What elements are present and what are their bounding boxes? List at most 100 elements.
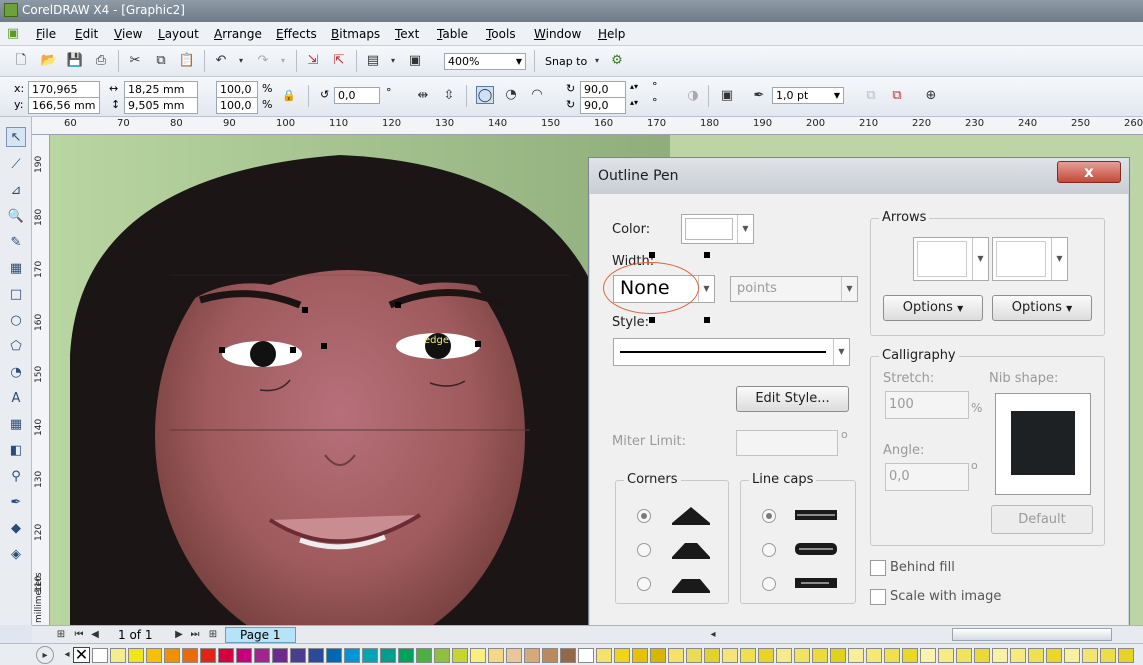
outline-pen-icon[interactable]: ✒ — [750, 87, 768, 105]
snap-to-dropdown-icon[interactable]: ▾ — [588, 52, 606, 70]
color-swatch[interactable] — [992, 648, 1008, 663]
color-swatch[interactable] — [146, 648, 162, 663]
undo-icon[interactable]: ↶ — [212, 52, 230, 70]
color-swatch[interactable] — [578, 648, 594, 663]
color-swatch[interactable] — [398, 648, 414, 663]
x-position-field[interactable]: 170,965 mm — [28, 81, 100, 111]
color-swatch[interactable] — [1100, 648, 1116, 663]
color-picker[interactable]: ▼ — [681, 214, 754, 244]
table-tool-icon[interactable]: ▦ — [6, 415, 26, 435]
snap-to-button[interactable]: Snap to — [545, 55, 587, 68]
zoom-tool-icon[interactable]: 🔍 — [6, 207, 26, 227]
rectangle-tool-icon[interactable]: □ — [6, 285, 26, 305]
color-swatch[interactable] — [668, 648, 684, 663]
menu-edit[interactable]: Edit — [75, 27, 98, 41]
rotation-angle-field[interactable]: 0,0 — [334, 87, 380, 104]
save-icon[interactable]: 💾 — [66, 52, 84, 70]
new-document-icon[interactable]: 🗋 — [12, 52, 30, 70]
corner-bevel-radio[interactable] — [637, 577, 651, 591]
pie-mode-icon[interactable]: ◔ — [502, 86, 520, 104]
color-swatch[interactable] — [362, 648, 378, 663]
color-swatch[interactable] — [596, 648, 612, 663]
menu-text[interactable]: Text — [395, 27, 419, 41]
outline-tool-icon[interactable]: ✒ — [6, 493, 26, 513]
direction-icon[interactable]: ◑ — [684, 87, 702, 105]
mirror-vertical-icon[interactable]: ⇳ — [440, 87, 458, 105]
color-swatch[interactable] — [1118, 648, 1134, 663]
color-swatch[interactable] — [290, 648, 306, 663]
text-tool-icon[interactable]: A — [6, 389, 26, 409]
options-icon[interactable]: ⚙ — [608, 52, 626, 70]
last-page-icon[interactable]: ⏭ — [186, 626, 204, 644]
color-swatch[interactable] — [380, 648, 396, 663]
wrap-text-icon[interactable]: ▣ — [718, 87, 736, 105]
freehand-tool-icon[interactable]: ✎ — [6, 233, 26, 253]
smart-fill-tool-icon[interactable]: ▦ — [6, 259, 26, 279]
start-angle-field[interactable]: 90,0 — [580, 81, 626, 98]
scroll-left-icon[interactable]: ◂ — [704, 626, 722, 644]
close-button[interactable]: x — [1057, 161, 1121, 183]
scale-y-field[interactable]: 100,0 — [216, 97, 258, 114]
eyedropper-tool-icon[interactable]: ⚲ — [6, 467, 26, 487]
corner-miter-radio[interactable] — [637, 509, 651, 523]
interactive-fill-tool-icon[interactable]: ◈ — [6, 545, 26, 565]
color-swatch[interactable] — [344, 648, 360, 663]
color-swatch[interactable] — [164, 648, 180, 663]
color-swatch[interactable] — [542, 648, 558, 663]
behind-fill-checkbox[interactable] — [870, 560, 886, 576]
print-icon[interactable]: ⎙ — [92, 52, 110, 70]
color-swatch[interactable] — [272, 648, 288, 663]
color-swatch[interactable] — [812, 648, 828, 663]
color-swatch[interactable] — [938, 648, 954, 663]
welcome-screen-icon[interactable]: ▣ — [406, 52, 424, 70]
ellipse-tool-icon[interactable]: ○ — [6, 311, 26, 331]
color-swatch[interactable] — [650, 648, 666, 663]
corner-round-radio[interactable] — [637, 543, 651, 557]
basic-shapes-tool-icon[interactable]: ◔ — [6, 363, 26, 383]
color-swatch[interactable] — [1082, 648, 1098, 663]
line-style-select[interactable]: ▼ — [613, 338, 850, 366]
menu-arrange[interactable]: Arrange — [214, 27, 262, 41]
menu-help[interactable]: Help — [598, 27, 625, 41]
y-position-field[interactable]: 166,56 mm — [28, 97, 100, 114]
shape-tool-icon[interactable]: ⟋ — [6, 155, 26, 175]
spin-arrows-icon[interactable]: ▴▾ — [630, 82, 638, 91]
paste-icon[interactable]: 📋 — [178, 52, 196, 70]
document-icon[interactable]: ▣ — [4, 25, 22, 43]
color-swatch[interactable] — [884, 648, 900, 663]
color-swatch[interactable] — [704, 648, 720, 663]
color-swatch[interactable] — [758, 648, 774, 663]
import-icon[interactable]: ⇲ — [304, 52, 322, 70]
undo-dropdown-icon[interactable]: ▾ — [232, 52, 250, 70]
start-arrow-select[interactable]: ▼ — [913, 237, 989, 281]
color-swatch[interactable] — [326, 648, 342, 663]
horizontal-scrollbar-thumb[interactable] — [952, 628, 1112, 641]
selection-handle[interactable] — [321, 343, 327, 349]
color-swatch[interactable] — [866, 648, 882, 663]
color-swatch[interactable] — [776, 648, 792, 663]
end-arrow-select[interactable]: ▼ — [992, 237, 1068, 281]
color-swatch[interactable] — [416, 648, 432, 663]
lock-ratio-icon[interactable]: 🔒 — [280, 87, 298, 105]
color-swatch[interactable] — [794, 648, 810, 663]
menu-table[interactable]: Table — [437, 27, 468, 41]
redo-dropdown-icon[interactable]: ▾ — [274, 52, 292, 70]
stretch-field[interactable]: 100 — [885, 391, 969, 419]
color-swatch[interactable] — [488, 648, 504, 663]
menu-file[interactable]: File — [36, 27, 56, 41]
object-width-field[interactable]: 18,25 mm — [124, 81, 198, 98]
color-swatch[interactable] — [128, 648, 144, 663]
color-swatch[interactable] — [92, 648, 108, 663]
fill-tool-icon[interactable]: ◆ — [6, 519, 26, 539]
cap-butt-radio[interactable] — [762, 509, 776, 523]
color-swatch[interactable] — [902, 648, 918, 663]
color-swatch[interactable] — [848, 648, 864, 663]
break-apart-icon[interactable]: ⧉ — [888, 87, 906, 105]
cap-square-radio[interactable] — [762, 577, 776, 591]
color-swatch[interactable] — [470, 648, 486, 663]
color-swatch[interactable] — [236, 648, 252, 663]
color-swatch[interactable] — [200, 648, 216, 663]
edit-style-button[interactable]: Edit Style... — [736, 386, 849, 412]
color-swatch[interactable] — [110, 648, 126, 663]
color-swatch[interactable] — [1028, 648, 1044, 663]
